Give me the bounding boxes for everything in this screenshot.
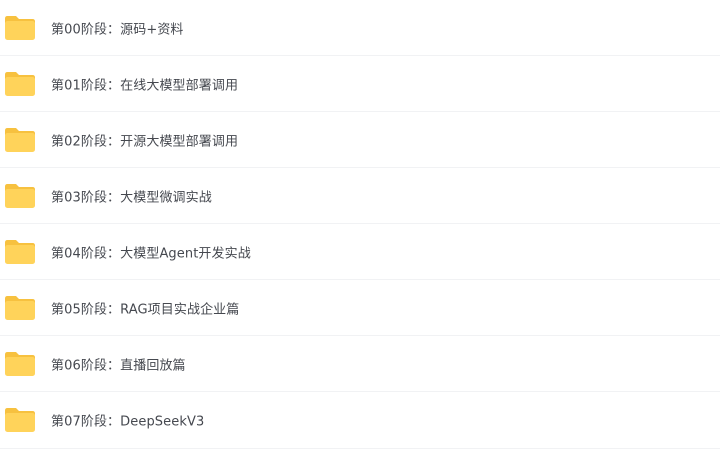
folder-icon [4,351,36,377]
folder-icon [4,295,36,321]
folder-name: 第06阶段：直播回放篇 [51,358,186,373]
folder-row-04[interactable]: 第04阶段：大模型Agent开发实战 [0,224,720,280]
folder-row-06[interactable]: 第06阶段：直播回放篇 [0,336,720,392]
folder-icon [4,127,36,153]
folder-name: 第02阶段：开源大模型部署调用 [51,134,239,149]
folder-name: 第01阶段：在线大模型部署调用 [51,78,239,93]
folder-row-07[interactable]: 第07阶段：DeepSeekV3 [0,392,720,449]
folder-row-03[interactable]: 第03阶段：大模型微调实战 [0,168,720,224]
folder-icon [4,15,36,41]
folder-name: 第07阶段：DeepSeekV3 [51,414,205,430]
folder-name: 第04阶段：大模型Agent开发实战 [51,246,251,261]
folder-icon [4,183,36,209]
folder-icon [4,71,36,97]
folder-icon [4,407,36,433]
folder-row-00[interactable]: 第00阶段：源码+资料 [0,0,720,56]
folder-row-02[interactable]: 第02阶段：开源大模型部署调用 [0,112,720,168]
folder-list: 第00阶段：源码+资料 第01阶段：在线大模型部署调用 第02阶段：开源大模型部… [0,0,720,449]
folder-name: 第03阶段：大模型微调实战 [51,190,212,205]
folder-icon [4,239,36,265]
folder-name: 第00阶段：源码+资料 [51,22,184,37]
folder-name: 第05阶段：RAG项目实战企业篇 [51,302,240,317]
folder-row-01[interactable]: 第01阶段：在线大模型部署调用 [0,56,720,112]
folder-row-05[interactable]: 第05阶段：RAG项目实战企业篇 [0,280,720,336]
